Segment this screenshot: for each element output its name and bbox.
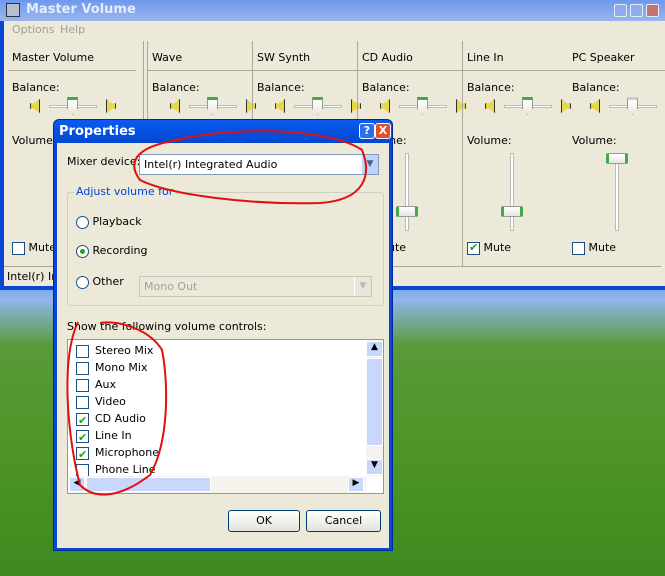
annotation-circle-controls [66, 321, 168, 496]
annotation-circle-mixer-device [133, 130, 367, 205]
annotation-overlay [66, 130, 367, 496]
